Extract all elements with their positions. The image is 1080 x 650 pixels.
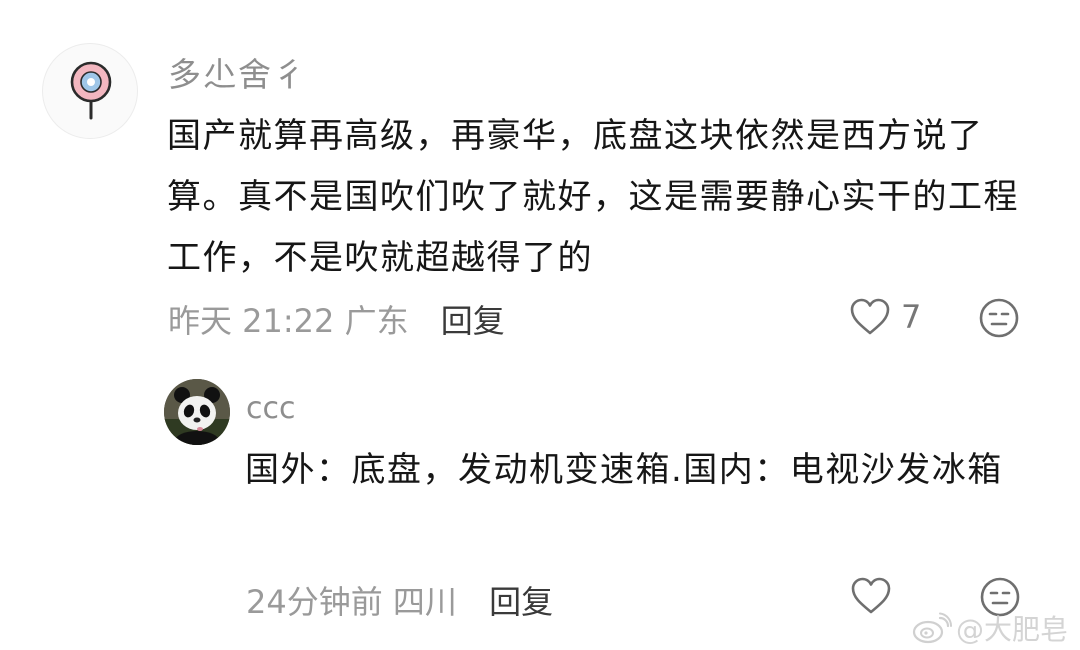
heart-icon	[851, 577, 891, 614]
reply-reply-button[interactable]: 回复	[489, 583, 553, 621]
reply-like-button[interactable]	[850, 576, 892, 616]
like-button[interactable]: 7	[849, 297, 921, 337]
heart-icon	[850, 298, 890, 335]
reply-location: 四川	[392, 583, 457, 621]
watermark: @大肥皂	[912, 608, 1068, 648]
watermark-text: @大肥皂	[955, 613, 1068, 646]
comment-thread: 多尐舍彳 国产就算再高级，再豪华，底盘这块依然是西方说了算。真不是国吹们吹了就好…	[0, 0, 1080, 650]
comment-meta: 昨天 21:22 广东 回复	[168, 296, 505, 342]
reply-avatar[interactable]	[164, 379, 230, 445]
dislike-button[interactable]	[978, 297, 1020, 343]
comment-time: 昨天 21:22	[168, 302, 335, 340]
comment-location: 广东	[344, 302, 409, 340]
like-count: 7	[901, 298, 922, 336]
weibo-logo-icon	[912, 612, 952, 644]
comment-text: 国产就算再高级，再豪华，底盘这块依然是西方说了算。真不是国吹们吹了就好，这是需要…	[167, 116, 1019, 278]
reply-time: 24分钟前	[246, 583, 383, 621]
panda-avatar-icon	[164, 379, 230, 445]
comment-username[interactable]: 多尐舍彳	[168, 48, 308, 96]
meh-face-icon	[979, 298, 1019, 338]
reply-button[interactable]: 回复	[441, 302, 505, 340]
reply-meta: 24分钟前 四川 回复	[246, 577, 553, 623]
reply-text: 国外：底盘，发动机变速箱.国内：电视沙发冰箱	[245, 450, 1003, 490]
avatar[interactable]	[42, 43, 138, 139]
reply-username[interactable]: ccc	[246, 391, 295, 426]
lollipop-avatar-icon	[70, 61, 112, 120]
